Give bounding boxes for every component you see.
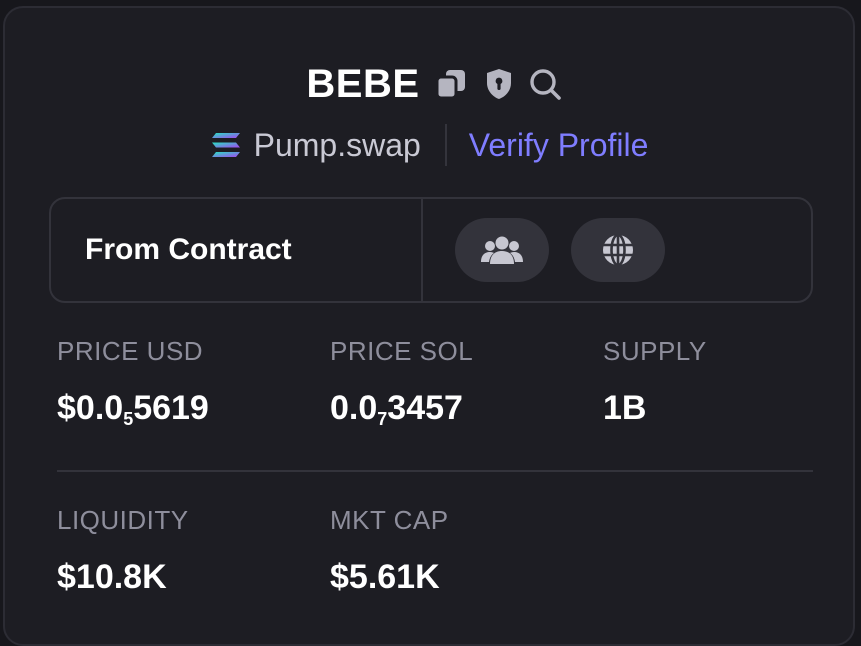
supply-value: 1B [603, 389, 647, 427]
token-title-row: BEBE [5, 58, 853, 110]
liquidity-value: $10.8K [57, 558, 167, 596]
stat-label: SUPPLY [603, 336, 707, 366]
price-usd-value: $0.055619 [57, 389, 209, 429]
social-links [423, 199, 811, 301]
mkt-cap-value: $5.61K [330, 558, 440, 596]
stat-mkt-cap: MKT CAP $5.61K [330, 505, 449, 597]
token-info-panel: BEBE Pump.swap Verify Profile From Contr… [3, 6, 855, 646]
stat-label: PRICE SOL [330, 336, 474, 366]
solana-icon [211, 133, 240, 157]
stat-price-sol: PRICE SOL 0.073457 [330, 336, 473, 430]
copy-icon[interactable] [434, 66, 468, 102]
dex-name: Pump.swap [253, 126, 421, 163]
divider [444, 124, 447, 166]
stat-label: LIQUIDITY [57, 505, 189, 535]
stat-price-usd: PRICE USD $0.055619 [57, 336, 209, 430]
source-label: From Contract [85, 233, 292, 266]
website-button[interactable] [571, 218, 665, 282]
stat-liquidity: LIQUIDITY $10.8K [57, 505, 189, 597]
verify-profile-link[interactable]: Verify Profile [469, 127, 649, 164]
stat-supply: SUPPLY 1B [603, 336, 707, 428]
community-button[interactable] [455, 218, 549, 282]
stats-divider [57, 470, 813, 472]
token-meta-row: Pump.swap Verify Profile [5, 122, 853, 168]
users-icon [481, 236, 523, 264]
price-sol-value: 0.073457 [330, 389, 463, 429]
search-icon[interactable] [528, 66, 562, 102]
stat-label: MKT CAP [330, 505, 449, 535]
socials-box: From Contract [49, 197, 813, 303]
stat-label: PRICE USD [57, 336, 204, 366]
shield-icon[interactable] [482, 66, 516, 102]
globe-icon [603, 233, 633, 267]
token-name: BEBE [306, 61, 420, 106]
source-cell: From Contract [51, 199, 423, 301]
